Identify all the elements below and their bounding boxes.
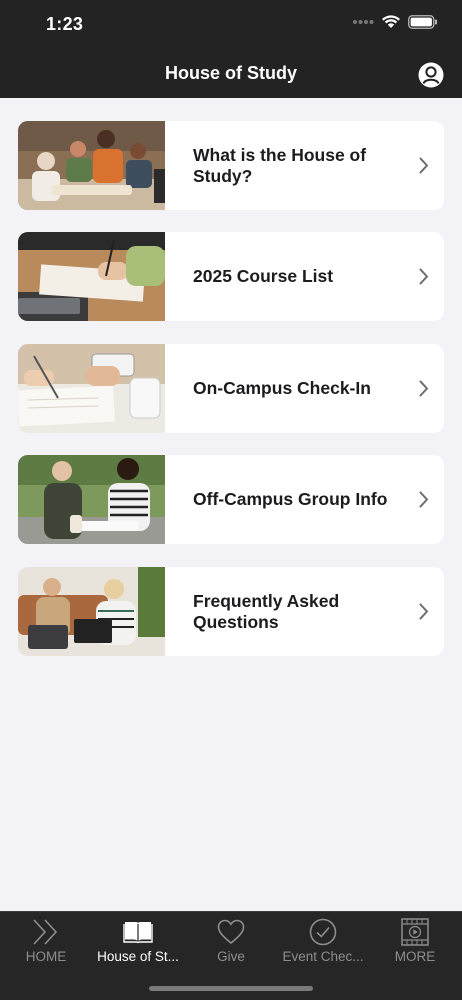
double-chevron-icon: [33, 919, 58, 945]
tab-house-of-study[interactable]: House of St...: [92, 912, 184, 972]
profile-button[interactable]: [418, 62, 444, 88]
tab-give[interactable]: Give: [185, 912, 277, 972]
status-time: 1:23: [46, 14, 84, 34]
card-off-campus-group-info[interactable]: Off-Campus Group Info: [18, 455, 444, 544]
chevron-right-icon: [404, 380, 444, 397]
card-image-phone-notebook: [18, 344, 165, 433]
tab-more[interactable]: MORE: [369, 912, 461, 972]
film-play-icon: [401, 918, 429, 946]
card-label: Off-Campus Group Info: [193, 489, 388, 509]
chevron-right-icon: [404, 491, 444, 508]
card-image-study-couch: [18, 567, 165, 656]
user-profile-icon: [418, 62, 444, 88]
chevron-right-icon: [404, 268, 444, 285]
card-on-campus-check-in[interactable]: On-Campus Check-In: [18, 344, 444, 433]
page-title: House of Study: [164, 63, 297, 83]
tab-label: Event Chec...: [282, 949, 364, 964]
tab-label: MORE: [394, 949, 436, 964]
tab-label: Give: [217, 949, 245, 964]
wifi-icon: [382, 15, 400, 28]
heart-icon: [217, 919, 245, 945]
chevron-right-icon: [404, 157, 444, 174]
signal-icon: [353, 20, 374, 24]
status-icons: [352, 15, 438, 29]
check-circle-icon: [309, 918, 337, 946]
tab-label: HOME: [25, 949, 67, 964]
navigation-header: House of Study: [0, 50, 462, 98]
battery-icon: [408, 15, 437, 29]
card-label: Frequently Asked Questions: [193, 590, 340, 632]
content-list: What is the House of Study? 2025 Course …: [0, 98, 462, 911]
card-label: What is the House of Study?: [193, 144, 367, 186]
card-label: 2025 Course List: [193, 266, 334, 286]
card-image-group-people: [18, 121, 165, 210]
card-image-outdoor-meeting: [18, 455, 165, 544]
tab-event-check-in[interactable]: Event Chec...: [277, 912, 369, 972]
card-what-is-house-of-study[interactable]: What is the House of Study?: [18, 121, 444, 210]
card-image-writing-notebook: [18, 232, 165, 321]
card-label: On-Campus Check-In: [193, 378, 371, 398]
chevron-right-icon: [404, 603, 444, 620]
tab-home[interactable]: HOME: [0, 912, 92, 972]
tab-label: House of St...: [97, 949, 179, 964]
home-indicator: [149, 986, 313, 991]
status-bar: 1:23: [0, 0, 462, 50]
card-frequently-asked-questions[interactable]: Frequently Asked Questions: [18, 567, 444, 656]
card-course-list[interactable]: 2025 Course List: [18, 232, 444, 321]
book-icon: [123, 922, 153, 944]
